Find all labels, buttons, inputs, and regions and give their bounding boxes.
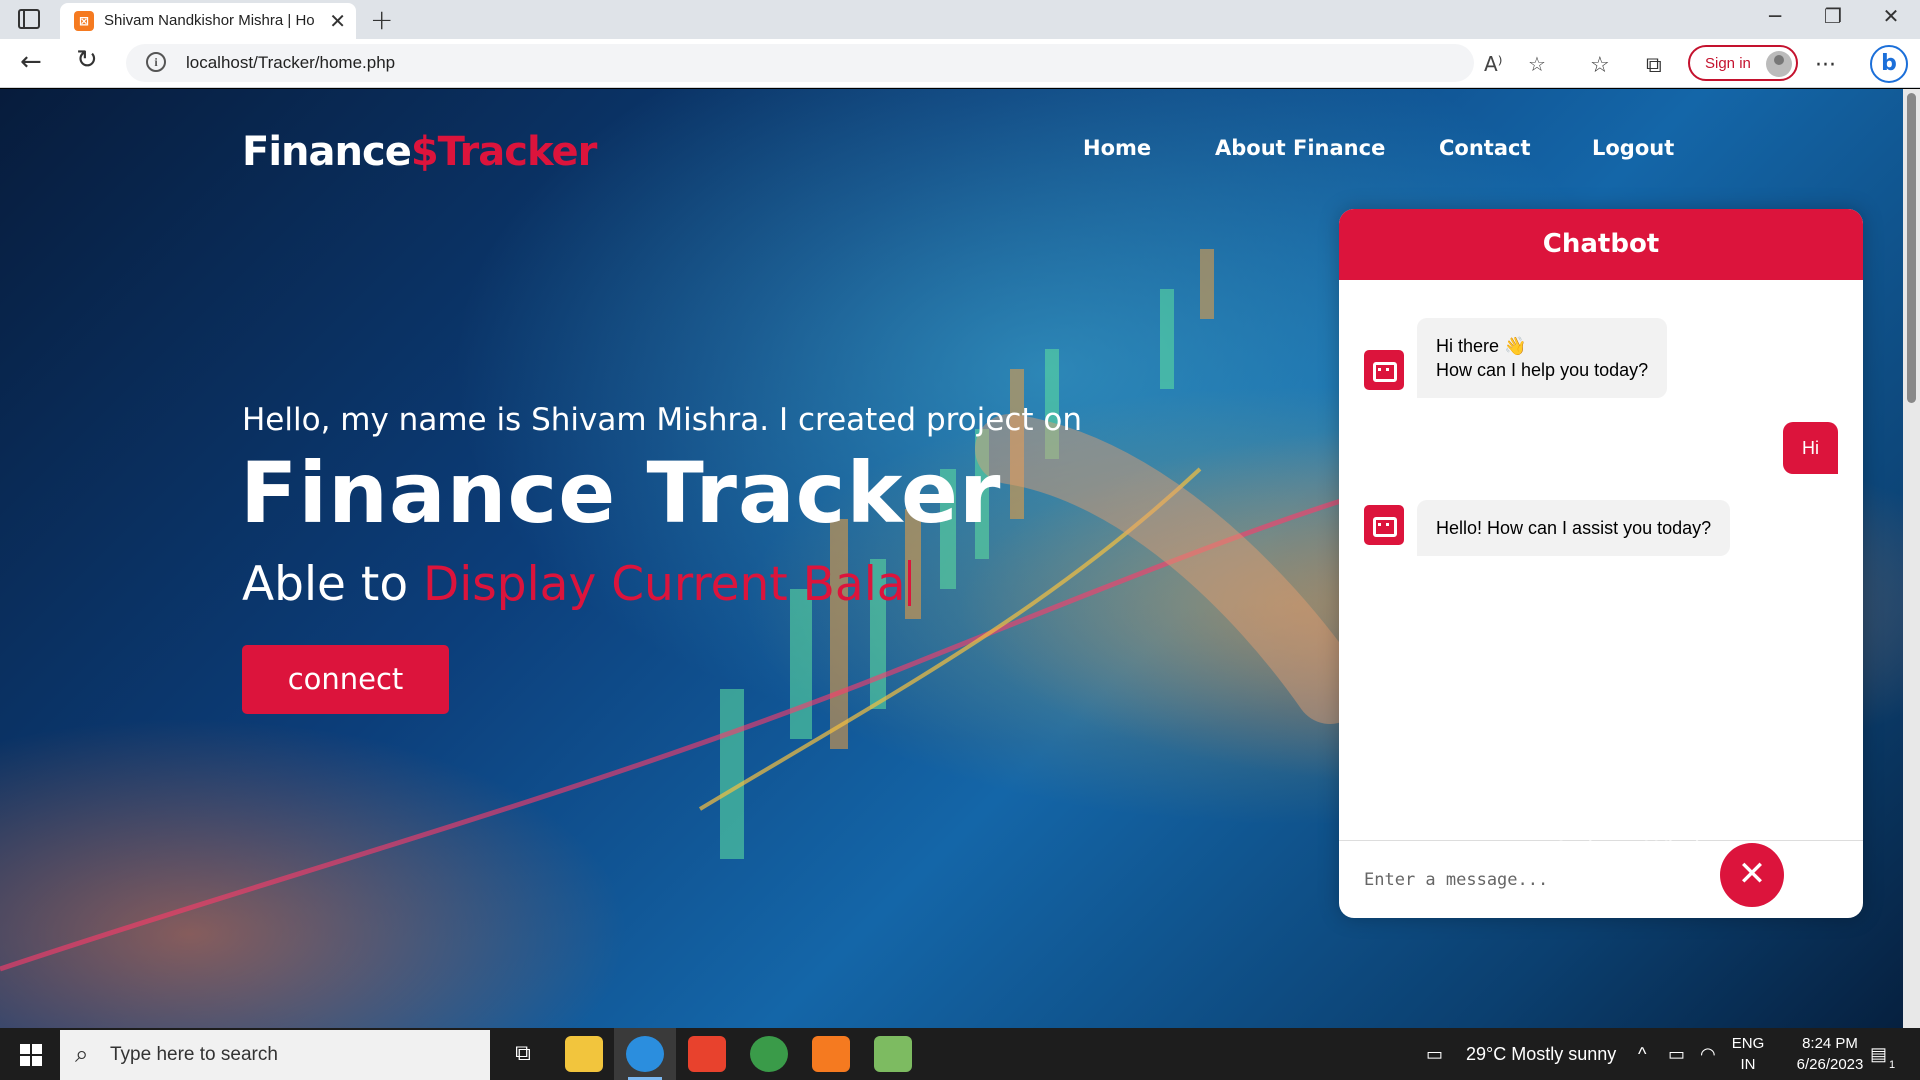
url-field[interactable]: i localhost/Tracker/home.php A⁾ ☆ <box>126 44 1546 82</box>
sign-in-label: Sign in <box>1705 55 1751 72</box>
sign-in-button[interactable]: Sign in <box>1688 45 1798 81</box>
read-aloud-icon[interactable]: A⁾ <box>1484 52 1503 76</box>
add-favorite-icon[interactable]: ☆ <box>1528 52 1546 76</box>
hero-title: Finance Tracker <box>240 444 1002 542</box>
chatbot-window: Chatbot Hi there 👋 How can I help you to… <box>1339 209 1863 918</box>
windows-start-icon[interactable] <box>20 1044 42 1066</box>
scrollbar-thumb[interactable] <box>1907 93 1916 403</box>
bot-message-line: Hi there 👋 <box>1436 336 1527 356</box>
chat-messages: Hi there 👋 How can I help you today? Hi … <box>1339 280 1863 840</box>
site-info-icon[interactable]: i <box>146 52 166 72</box>
xampp-favicon-icon: ⊠ <box>74 11 94 31</box>
nav-about-finance[interactable]: About Finance <box>1215 136 1385 160</box>
tab-close-icon[interactable]: ✕ <box>329 9 346 33</box>
favorites-icon[interactable]: ☆ <box>1590 53 1610 78</box>
chatbot-title: Chatbot <box>1339 209 1863 280</box>
task-view-icon[interactable]: ⧉ <box>504 1036 542 1072</box>
back-arrow-icon[interactable]: ← <box>20 47 42 77</box>
profile-avatar-icon <box>1766 51 1792 77</box>
activate-windows-title: Activate Windows <box>1553 836 1743 863</box>
hero-typed-text: Display Current Bala <box>423 557 906 612</box>
chrome-icon[interactable] <box>750 1036 788 1072</box>
more-options-icon[interactable]: ··· <box>1815 53 1836 78</box>
wifi-icon[interactable]: ◠ <box>1700 1044 1716 1065</box>
page-scrollbar[interactable] <box>1903 89 1920 1028</box>
hero-subtitle: Able to Display Current Bala <box>242 557 911 612</box>
browser-address-bar: ← ↻ i localhost/Tracker/home.php A⁾ ☆ ☆ … <box>0 39 1920 88</box>
language-line1[interactable]: ENG <box>1728 1035 1768 1052</box>
weather-icon[interactable]: ▭ <box>1426 1044 1443 1065</box>
edge-browser-icon[interactable] <box>626 1036 664 1072</box>
collections-icon[interactable]: ⧉ <box>1646 53 1662 78</box>
hero-section: Finance$Tracker Home About Finance Conta… <box>0 89 1903 1028</box>
hero-intro-text: Hello, my name is Shivam Mishra. I creat… <box>242 402 1082 438</box>
battery-icon[interactable]: ▭ <box>1668 1044 1685 1065</box>
bing-icon[interactable]: b <box>1870 45 1908 83</box>
browser-tab-bar: ⊠ Shivam Nandkishor Mishra | Home ✕ + ─ … <box>0 0 1920 39</box>
bot-message: Hi there 👋 How can I help you today? <box>1417 318 1668 398</box>
bot-message: Hello! How can I assist you today? <box>1417 500 1731 556</box>
restore-icon[interactable]: ❐ <box>1808 4 1858 28</box>
chat-close-icon[interactable]: ✕ <box>1720 843 1784 907</box>
bot-avatar-icon <box>1364 505 1404 545</box>
user-message: Hi <box>1783 422 1838 474</box>
tray-chevron-icon[interactable]: ^ <box>1638 1044 1646 1065</box>
nav-contact[interactable]: Contact <box>1439 136 1531 160</box>
url-text: localhost/Tracker/home.php <box>186 53 396 72</box>
app-cube-icon[interactable] <box>874 1036 912 1072</box>
hero-subtitle-prefix: Able to <box>242 557 424 612</box>
reload-icon[interactable]: ↻ <box>76 45 98 75</box>
bot-message-line: How can I help you today? <box>1436 360 1649 380</box>
tab-actions-icon[interactable] <box>18 9 40 29</box>
browser-tab[interactable]: ⊠ Shivam Nandkishor Mishra | Home ✕ <box>60 3 356 39</box>
bot-avatar-icon <box>1364 350 1404 390</box>
activate-windows-subtitle: Go to Settings to activate Windows. <box>1553 869 1838 889</box>
typing-caret <box>907 560 911 606</box>
windows-taskbar: ⌕ Type here to search ⧉ ▭ 29°C Mostly su… <box>0 1028 1920 1080</box>
file-explorer-icon[interactable] <box>565 1036 603 1072</box>
logo-accent: $Tracker <box>410 129 598 175</box>
xampp-icon[interactable] <box>812 1036 850 1072</box>
nav-home[interactable]: Home <box>1083 136 1151 160</box>
logo-primary: Finance <box>242 129 412 175</box>
notification-count: 1 <box>1888 1059 1896 1071</box>
tab-title: Shivam Nandkishor Mishra | Home <box>104 12 314 29</box>
weather-text[interactable]: 29°C Mostly sunny <box>1466 1044 1616 1065</box>
connect-button[interactable]: connect <box>242 645 449 714</box>
new-tab-icon[interactable]: + <box>370 3 393 36</box>
nav-logout[interactable]: Logout <box>1592 136 1674 160</box>
search-placeholder: Type here to search <box>110 1044 278 1065</box>
site-logo[interactable]: Finance$Tracker <box>242 129 598 175</box>
taskbar-search[interactable]: ⌕ Type here to search <box>60 1030 490 1080</box>
window-close-icon[interactable]: ✕ <box>1866 4 1916 28</box>
minimize-icon[interactable]: ─ <box>1750 4 1800 28</box>
language-line2[interactable]: IN <box>1728 1056 1768 1073</box>
wps-office-icon[interactable] <box>688 1036 726 1072</box>
search-icon: ⌕ <box>75 1040 89 1068</box>
